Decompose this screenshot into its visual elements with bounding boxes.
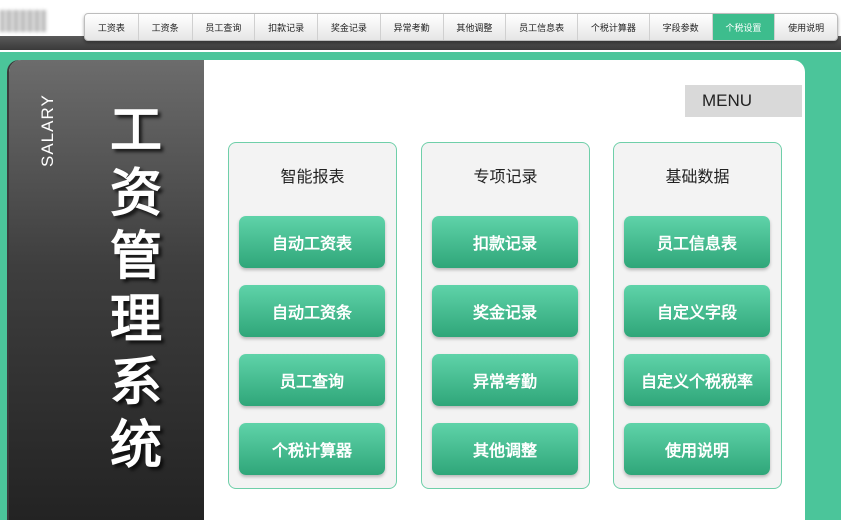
- tab-field-params[interactable]: 字段参数: [650, 14, 713, 40]
- bonus-record-button[interactable]: 奖金记录: [432, 285, 578, 337]
- tab-tax-settings[interactable]: 个税设置: [712, 14, 776, 40]
- auto-salary-slip-button[interactable]: 自动工资条: [239, 285, 385, 337]
- employee-query-button[interactable]: 员工查询: [239, 354, 385, 406]
- top-toolbar: 工资表 工资条 员工查询 扣款记录 奖金记录 异常考勤 其他调整 员工信息表 个…: [0, 0, 841, 52]
- sheet-tab-bar: 工资表 工资条 员工查询 扣款记录 奖金记录 异常考勤 其他调整 员工信息表 个…: [84, 13, 838, 41]
- title-char: 资: [109, 164, 162, 224]
- employee-info-button[interactable]: 员工信息表: [624, 216, 770, 268]
- instructions-button[interactable]: 使用说明: [624, 423, 770, 475]
- abnormal-attendance-button[interactable]: 异常考勤: [432, 354, 578, 406]
- deduction-record-button[interactable]: 扣款记录: [432, 216, 578, 268]
- column-title: 专项记录: [473, 167, 538, 186]
- tab-deduction-record[interactable]: 扣款记录: [255, 14, 318, 40]
- custom-field-button[interactable]: 自定义字段: [624, 285, 770, 337]
- custom-tax-rate-button[interactable]: 自定义个税税率: [624, 354, 770, 406]
- tax-calculator-button[interactable]: 个税计算器: [239, 423, 385, 475]
- column-title: 智能报表: [280, 167, 345, 186]
- tab-employee-query[interactable]: 员工查询: [193, 14, 256, 40]
- tab-employee-info[interactable]: 员工信息表: [506, 14, 578, 40]
- tab-bonus-record[interactable]: 奖金记录: [318, 14, 381, 40]
- tab-salary-slip[interactable]: 工资条: [139, 14, 193, 40]
- column-special-records: 专项记录 扣款记录 奖金记录 异常考勤 其他调整: [421, 142, 590, 489]
- tab-other-adjustment[interactable]: 其他调整: [444, 14, 507, 40]
- title-char: 工: [109, 101, 162, 161]
- blurred-logo: [0, 10, 46, 32]
- title-char: 理: [109, 290, 162, 350]
- title-char: 系: [109, 353, 162, 413]
- column-title: 基础数据: [665, 167, 730, 186]
- title-char: 管: [109, 227, 162, 287]
- auto-salary-sheet-button[interactable]: 自动工资表: [239, 216, 385, 268]
- title-char: 统: [109, 416, 162, 476]
- salary-vertical-label: SALARY: [38, 94, 57, 167]
- tab-salary-sheet[interactable]: 工资表: [85, 14, 139, 40]
- other-adjustment-button[interactable]: 其他调整: [432, 423, 578, 475]
- system-title: 工 资 管 理 系 统: [105, 100, 167, 478]
- sidebar: SALARY 工 资 管 理 系 统: [9, 60, 204, 520]
- column-basic-data: 基础数据 员工信息表 自定义字段 自定义个税税率 使用说明: [613, 142, 782, 489]
- main-panel: SALARY 工 资 管 理 系 统 MENU 智能报表 自动工资表 自动工资条…: [9, 60, 805, 520]
- column-smart-reports: 智能报表 自动工资表 自动工资条 员工查询 个税计算器: [228, 142, 397, 489]
- tab-instructions[interactable]: 使用说明: [775, 14, 837, 40]
- menu-label: MENU: [685, 85, 802, 117]
- tab-abnormal-attendance[interactable]: 异常考勤: [381, 14, 444, 40]
- tab-tax-calculator[interactable]: 个税计算器: [578, 14, 650, 40]
